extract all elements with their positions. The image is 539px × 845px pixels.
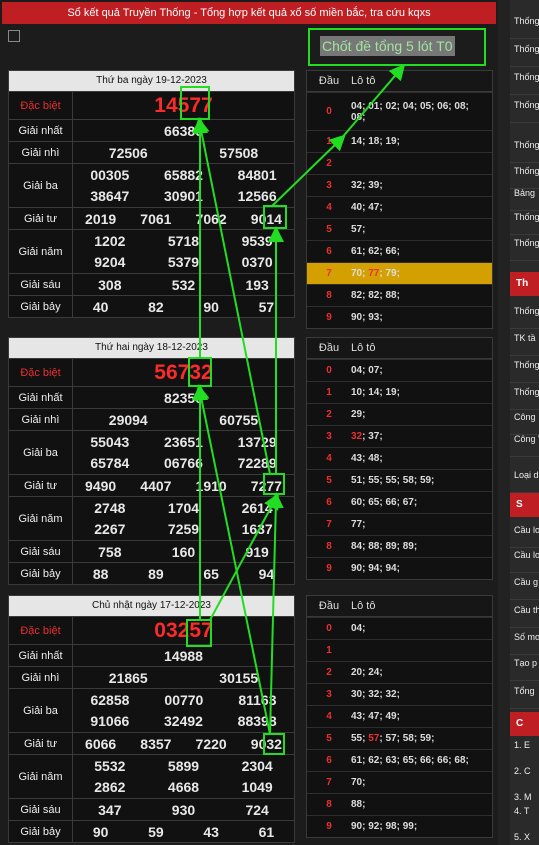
annotation-arrow	[339, 63, 406, 141]
annotation-arrows	[180, 63, 406, 755]
annotation-arrow	[271, 134, 346, 207]
annotation-arrow	[267, 492, 284, 735]
highlight-special-1	[180, 86, 210, 120]
highlight-fourth-3	[263, 733, 285, 755]
highlight-fourth-2	[263, 473, 285, 495]
annotation-arrow	[193, 117, 271, 475]
annotation-arrow	[193, 384, 271, 735]
highlight-special-2	[188, 357, 212, 387]
highlight-special-3	[186, 619, 212, 647]
highlight-fourth-1	[263, 205, 287, 229]
